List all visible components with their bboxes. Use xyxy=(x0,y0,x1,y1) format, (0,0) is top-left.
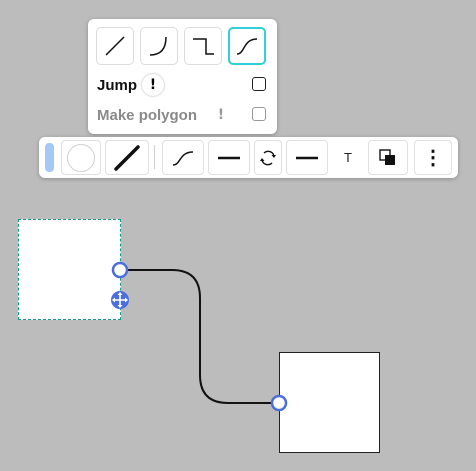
layers-icon xyxy=(379,148,395,165)
make-polygon-checkbox[interactable] xyxy=(252,107,266,121)
route-straight-button[interactable] xyxy=(96,27,134,65)
make-polygon-info-icon[interactable]: ! xyxy=(210,104,232,126)
route-style-button[interactable] xyxy=(162,140,204,175)
smooth-curve-icon xyxy=(236,38,258,55)
connector-line[interactable] xyxy=(120,269,279,404)
solid-line-icon xyxy=(296,156,318,159)
arrange-button[interactable] xyxy=(368,140,408,175)
connector-end-handle[interactable] xyxy=(270,394,288,412)
move-handle-icon[interactable] xyxy=(111,291,129,309)
toolbar-divider xyxy=(154,145,155,169)
fill-color-button[interactable] xyxy=(42,140,56,175)
text-button[interactable]: T xyxy=(332,140,364,175)
jump-label: Jump xyxy=(97,77,138,94)
connector-route-panel: Jump ! Make polygon ! xyxy=(88,19,277,134)
line-style-button[interactable] xyxy=(208,140,250,175)
route-smooth-button[interactable] xyxy=(228,27,266,65)
smooth-curve-icon xyxy=(172,150,194,166)
stroke-color-swatch xyxy=(67,143,95,172)
text-icon: T xyxy=(344,150,352,165)
jump-checkbox[interactable] xyxy=(252,77,266,91)
thick-line-icon xyxy=(114,144,140,171)
fill-color-swatch xyxy=(44,143,54,172)
more-vertical-icon: ⋮ xyxy=(423,147,443,169)
straight-line-icon xyxy=(105,36,125,56)
more-options-button[interactable]: ⋮ xyxy=(414,140,452,175)
stroke-width-button[interactable] xyxy=(105,140,149,175)
arrow-swap-button[interactable] xyxy=(254,140,282,175)
line-end-button[interactable] xyxy=(286,140,328,175)
curve-corner-icon xyxy=(149,36,167,56)
route-orthogonal-button[interactable] xyxy=(184,27,222,65)
solid-line-icon xyxy=(218,156,240,159)
connector-start-handle[interactable] xyxy=(111,261,129,279)
stroke-color-button[interactable] xyxy=(61,140,101,175)
style-toolbar: T ⋮ xyxy=(39,137,458,178)
swap-arrows-icon xyxy=(260,150,276,165)
jump-info-icon[interactable]: ! xyxy=(142,74,164,96)
make-polygon-label: Make polygon xyxy=(97,107,198,124)
route-curve-corner-button[interactable] xyxy=(140,27,178,65)
orthogonal-line-icon xyxy=(193,38,214,55)
